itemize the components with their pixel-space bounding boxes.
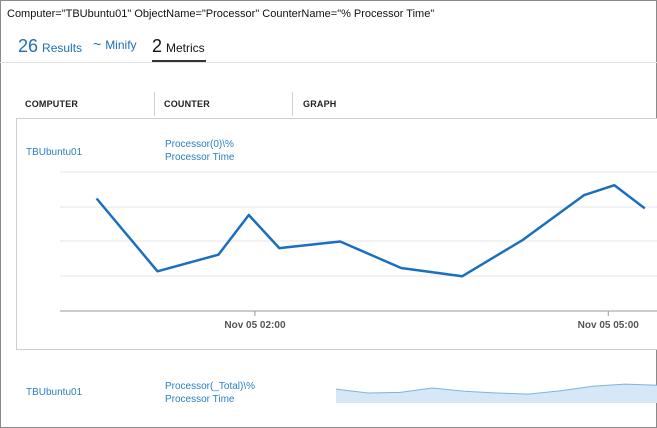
- sparkline-area: [336, 384, 657, 403]
- metric-sparkline[interactable]: [0, 0, 657, 428]
